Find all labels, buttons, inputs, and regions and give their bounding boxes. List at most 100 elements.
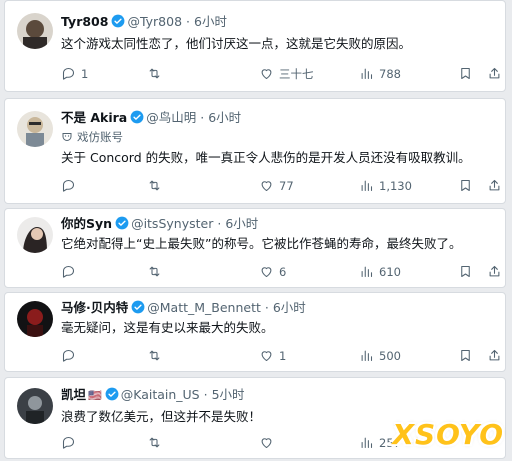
tweet-header: 凯坦 🇺🇸 @Kaitain_US · 5小时 (61, 386, 497, 404)
reply-button[interactable] (61, 263, 81, 281)
bookmark-icon (461, 265, 470, 278)
verified-badge-icon (115, 216, 129, 230)
like-button[interactable]: 三十七 (259, 65, 314, 83)
display-name[interactable]: 凯坦 (61, 387, 86, 402)
parody-mask-icon (62, 133, 72, 141)
share-icon (489, 349, 500, 361)
share-icon (489, 265, 500, 277)
handle[interactable]: @itsSynyster (131, 216, 213, 231)
reply-button[interactable] (61, 434, 81, 452)
retweet-icon (149, 437, 160, 448)
display-name[interactable]: Tyr808 (61, 14, 108, 29)
retweet-button[interactable] (147, 347, 167, 365)
share-icon (489, 67, 500, 79)
tweet-card[interactable]: Tyr808 @Tyr808 · 6小时 这个游戏太同性恋了，他们讨厌这一点，这就… (4, 0, 506, 92)
separator-dot: · (264, 300, 269, 315)
heart-icon (261, 69, 272, 80)
like-button[interactable]: 6 (259, 263, 286, 281)
tweet-card[interactable]: 你的Syn @itsSynyster · 6小时 它绝对配得上“史上最失败”的称号… (4, 208, 506, 288)
retweet-icon (149, 180, 160, 191)
views-count: 610 (379, 265, 401, 279)
separator-dot: · (203, 387, 208, 402)
tweet-text: 这个游戏太同性恋了，他们讨厌这一点，这就是它失败的原因。 (61, 36, 412, 51)
flag-emoji: 🇺🇸 (88, 389, 102, 402)
share-button[interactable] (487, 177, 505, 195)
views-count: 500 (379, 349, 401, 363)
handle[interactable]: @鸟山明 (146, 110, 196, 125)
like-button[interactable]: 1 (259, 347, 286, 365)
views-icon (361, 68, 373, 80)
timestamp[interactable]: 6小时 (208, 110, 241, 125)
views-button[interactable]: 500 (359, 347, 401, 365)
verified-badge-icon (130, 110, 144, 124)
tweet-header: 不是 Akira @鸟山明 · 6小时 (61, 109, 497, 127)
tweet-actions: 1 500 (61, 347, 500, 365)
share-button[interactable] (487, 347, 505, 365)
bookmark-button[interactable] (458, 347, 478, 365)
timestamp[interactable]: 6小时 (194, 14, 227, 29)
retweet-button[interactable] (147, 263, 167, 281)
share-button[interactable] (487, 65, 505, 83)
handle[interactable]: @Kaitain_US (121, 387, 200, 402)
tweet-header: 你的Syn @itsSynyster · 6小时 (61, 215, 497, 233)
bookmark-icon (461, 349, 470, 362)
bookmark-button[interactable] (458, 263, 478, 281)
tweet-text: 它绝对配得上“史上最失败”的称号。它被比作苍蝇的寿命，最终失败了。 (61, 236, 462, 251)
reply-button[interactable] (61, 177, 81, 195)
views-icon (361, 350, 373, 362)
avatar[interactable] (17, 217, 53, 253)
timestamp[interactable]: 6小时 (273, 300, 306, 315)
retweet-button[interactable] (147, 434, 167, 452)
reply-button[interactable]: 1 (61, 65, 88, 83)
views-icon (361, 180, 373, 192)
share-button[interactable] (487, 263, 505, 281)
like-count: 77 (279, 179, 294, 193)
bookmark-icon (461, 67, 470, 80)
timestamp[interactable]: 6小时 (225, 216, 258, 231)
retweet-icon (149, 266, 160, 277)
separator-dot: · (217, 216, 222, 231)
tweet-actions: 1 三十七 788 (61, 65, 500, 83)
verified-badge-icon (105, 387, 119, 401)
parody-account-label: 戏仿账号 (61, 129, 123, 145)
like-button[interactable] (259, 434, 279, 452)
display-name[interactable]: 马修·贝内特 (61, 300, 128, 315)
reply-count: 1 (81, 67, 89, 81)
bookmark-button[interactable] (458, 65, 478, 83)
views-count: 1,130 (379, 179, 412, 193)
tweet-card[interactable]: 马修·贝内特 @Matt_M_Bennett · 6小时 毫无疑问，这是有史以来最… (4, 292, 506, 372)
verified-badge-icon (112, 14, 125, 28)
share-icon (489, 179, 500, 191)
reply-icon (62, 265, 75, 278)
like-button[interactable]: 77 (259, 177, 294, 195)
heart-icon (261, 267, 272, 278)
views-button[interactable]: 1,130 (359, 177, 412, 195)
tweet-card[interactable]: 不是 Akira @鸟山明 · 6小时 戏仿账号 关于 Concord 的失败，唯… (4, 98, 506, 204)
views-button[interactable]: 788 (359, 65, 401, 83)
views-button[interactable]: 610 (359, 263, 401, 281)
views-count: 788 (379, 67, 401, 81)
handle[interactable]: @Tyr808 (127, 14, 182, 29)
timestamp[interactable]: 5小时 (212, 387, 245, 402)
reply-icon (62, 436, 75, 449)
tweet-actions: 6 610 (61, 263, 500, 281)
retweet-icon (149, 68, 160, 79)
avatar[interactable] (17, 301, 53, 337)
reply-button[interactable] (61, 347, 81, 365)
retweet-button[interactable] (147, 177, 167, 195)
display-name[interactable]: 不是 Akira (61, 110, 127, 125)
avatar[interactable] (17, 13, 53, 49)
heart-icon (261, 438, 272, 449)
views-icon (361, 437, 373, 449)
display-name[interactable]: 你的Syn (61, 216, 112, 231)
avatar[interactable] (17, 388, 53, 424)
tweet-actions: 77 1,130 (61, 177, 500, 195)
avatar[interactable] (17, 111, 53, 147)
tweet-text: 关于 Concord 的失败，唯一真正令人悲伤的是开发人员还没有吸取教训。 (61, 150, 471, 165)
bookmark-button[interactable] (458, 177, 478, 195)
retweet-button[interactable] (147, 65, 167, 83)
separator-dot: · (186, 14, 191, 29)
reply-icon (62, 67, 75, 80)
handle[interactable]: @Matt_M_Bennett (147, 300, 261, 315)
tweet-text: 毫无疑问，这是有史以来最大的失败。 (61, 320, 274, 335)
